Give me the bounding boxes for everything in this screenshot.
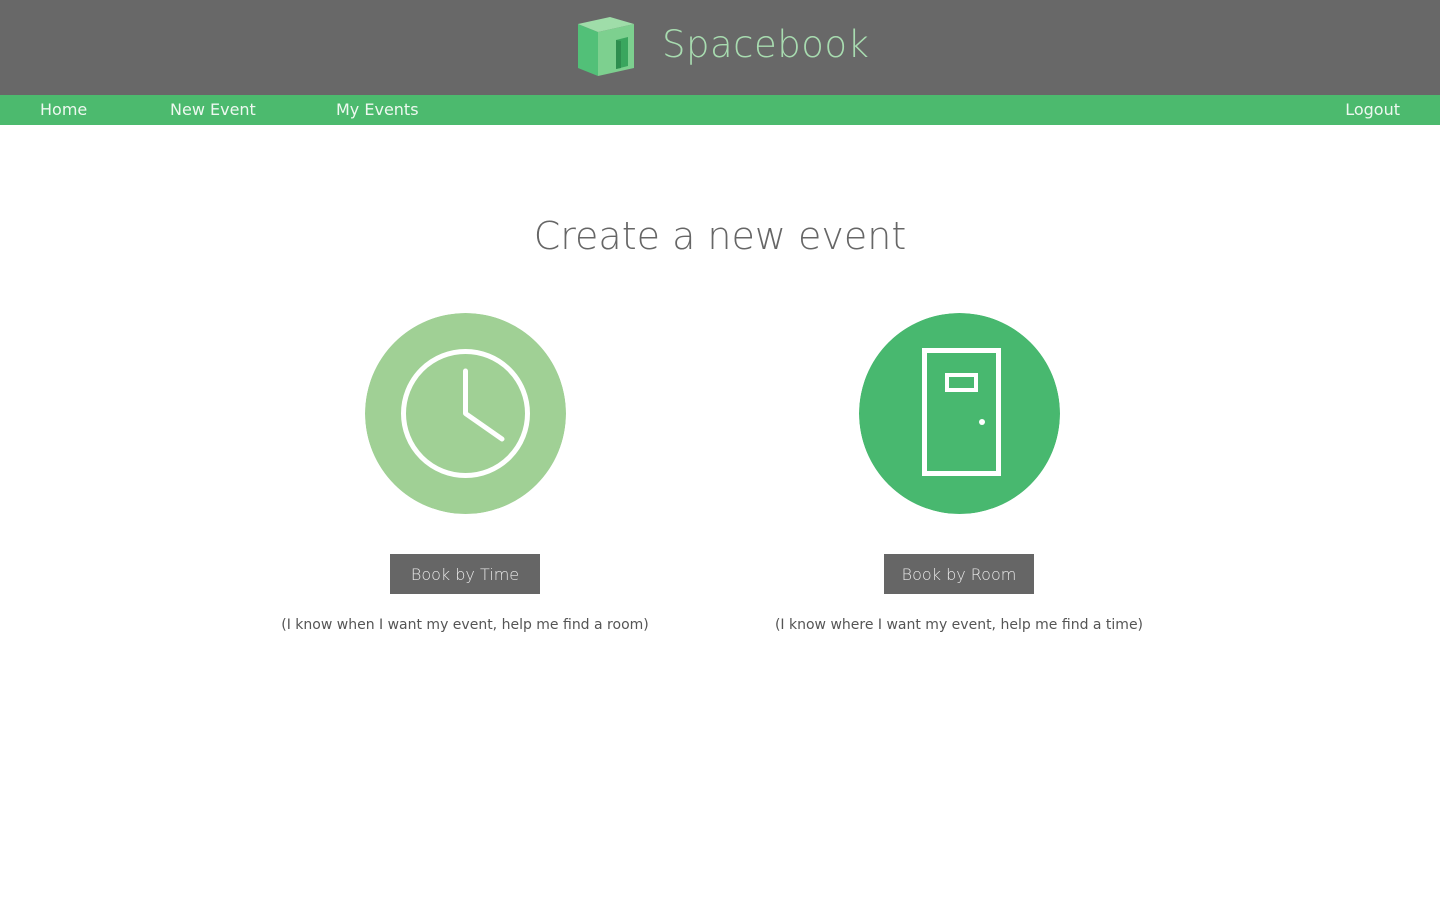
- clock-icon[interactable]: [365, 313, 566, 514]
- nav-item-home[interactable]: Home: [40, 95, 87, 125]
- option-book-by-time: Book by Time (I know when I want my even…: [255, 313, 675, 643]
- book-by-room-button[interactable]: Book by Room: [884, 554, 1034, 594]
- main-nav: Home New Event My Events Logout: [0, 95, 1440, 125]
- app-header: Spacebook: [0, 0, 1440, 95]
- green-cube-door-icon: [578, 17, 634, 76]
- nav-item-new-event[interactable]: New Event: [170, 95, 256, 125]
- brand[interactable]: Spacebook: [576, 16, 869, 78]
- book-by-time-button[interactable]: Book by Time: [390, 554, 540, 594]
- nav-item-my-events[interactable]: My Events: [336, 95, 419, 125]
- book-by-time-description: (I know when I want my event, help me fi…: [281, 617, 649, 633]
- book-by-room-description: (I know where I want my event, help me f…: [774, 617, 1144, 633]
- door-icon[interactable]: [859, 313, 1060, 514]
- logout-link[interactable]: Logout: [1345, 95, 1400, 125]
- page-title: Create a new event: [533, 214, 907, 258]
- brand-name: Spacebook: [662, 22, 870, 66]
- option-book-by-room: Book by Room (I know where I want my eve…: [749, 313, 1169, 643]
